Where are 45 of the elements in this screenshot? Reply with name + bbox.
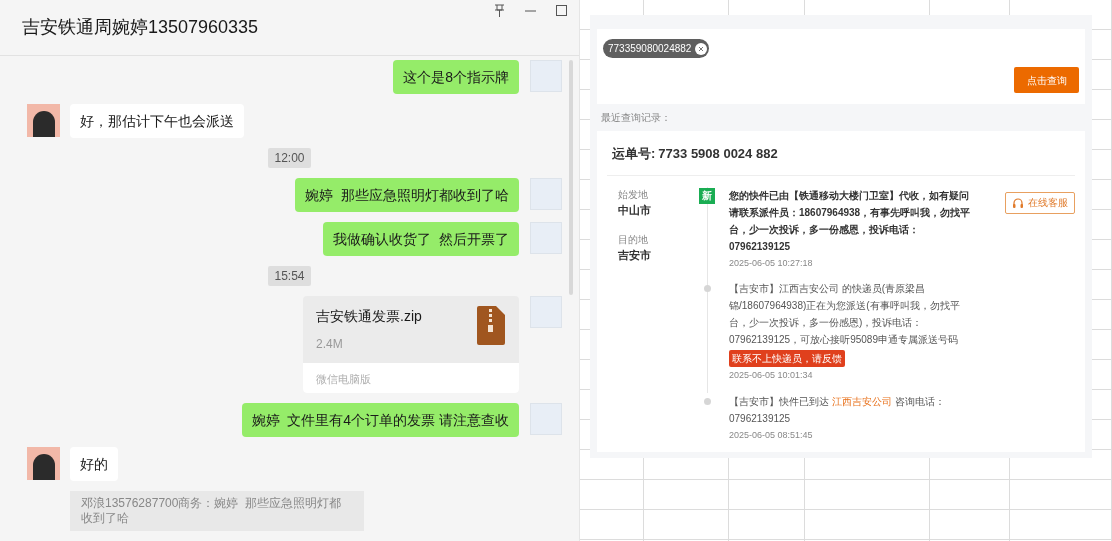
query-button[interactable]: 点击查询 [1014, 67, 1079, 93]
tracking-number-tag[interactable]: 773359080024882 [603, 39, 710, 58]
message-bubble: 这个是8个指示牌 [393, 60, 519, 94]
waybill-label: 运单号: [612, 145, 656, 163]
event-description: 您的快件已由【铁通移动大楼门卫室】代收，如有疑问请联系派件员：18607964938，有事先呼叫我，勿找平台，少一次投诉，多一份感恩，投诉电话：07962139125 [729, 188, 972, 254]
message-bubble: 婉婷 那些应急照明灯都收到了哈 [295, 178, 519, 212]
company-link[interactable]: 江西吉安公司 [831, 395, 892, 407]
avatar-placeholder [530, 178, 562, 210]
destination-city: 吉安市 [618, 248, 652, 263]
pin-icon[interactable] [494, 4, 505, 17]
message-bubble: 婉婷 文件里有4个订单的发票 请注意查收 [241, 403, 519, 437]
event-description: 【吉安市】江西吉安公司 的快递员(青原梁昌锦/18607964938)正在为您派送(有事呼叫我，勿找平台，少一次投诉，多一份感恩)，投诉电话：07962139125，可放心接听95089申通专属派送号码 [729, 282, 961, 347]
message-bubble: 好，那估计下午也会派送 [70, 104, 244, 138]
zip-file-icon [476, 306, 506, 345]
event-description: 【吉安市】快件已到达 江西吉安公司 咨询电话：07962139125 [729, 394, 946, 426]
timestamp: 15:54 [268, 266, 311, 286]
chat-title: 吉安铁通周婉婷13507960335 [22, 16, 259, 39]
avatar-placeholder [530, 60, 562, 92]
avatar-placeholder [530, 403, 562, 435]
event-time: 2025-06-05 10:27:18 [729, 256, 814, 270]
file-size: 2.4M [316, 336, 344, 353]
file-card[interactable]: 吉安铁通发票.zip 2.4M 微信电脑版 [303, 296, 519, 393]
timestamp: 12:00 [268, 148, 311, 168]
event-time: 2025-06-05 10:01:34 [729, 369, 814, 382]
headset-icon [1012, 196, 1024, 209]
avatar-placeholder [530, 296, 562, 328]
message-bubble: 好的 [70, 447, 118, 481]
origin-city: 中山市 [618, 202, 652, 218]
waybill-number: 7733 5908 0024 882 [658, 145, 778, 163]
feedback-tag[interactable]: 联系不上快递员，请反馈 [729, 350, 845, 367]
avatar-silhouette [27, 447, 60, 480]
destination-label: 目的地 [618, 233, 649, 247]
online-service-button[interactable]: 在线客服 [1005, 191, 1075, 214]
message-bubble: 我做确认收货了 然后开票了 [323, 222, 519, 256]
origin-label: 始发地 [618, 187, 649, 202]
new-badge: 新 [699, 187, 715, 204]
recent-queries-label: 最近查询记录： [600, 111, 672, 125]
avatar-placeholder [530, 222, 562, 254]
maximize-icon[interactable] [556, 5, 567, 16]
avatar-silhouette [27, 104, 60, 137]
file-source: 微信电脑版 [316, 373, 371, 385]
quoted-message: 邓浪13576287700商务：婉婷 那些应急照明灯都收到了哈 [70, 491, 364, 531]
file-name: 吉安铁通发票.zip [316, 307, 422, 326]
close-icon[interactable] [695, 42, 708, 55]
event-time: 2025-06-05 08:51:45 [729, 428, 814, 442]
